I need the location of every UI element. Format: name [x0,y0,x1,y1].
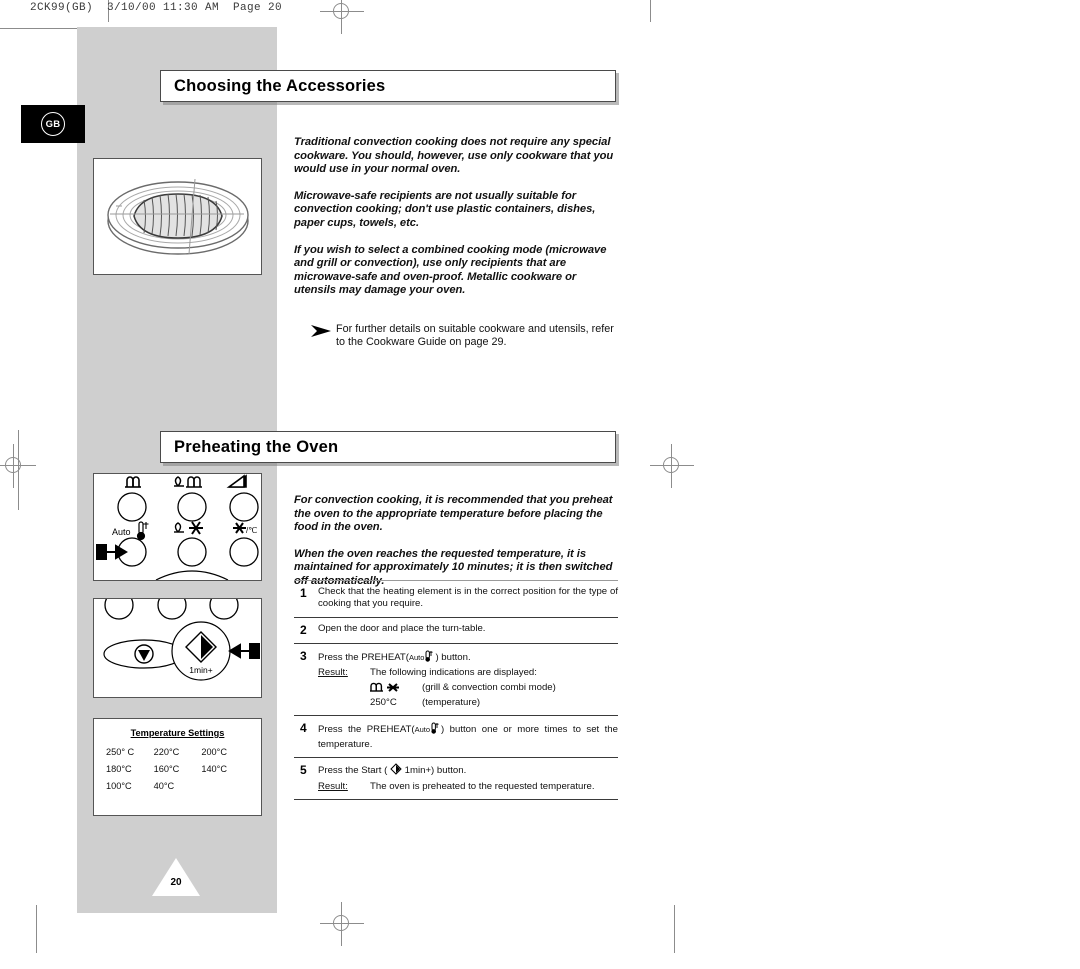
crop-mark-bottom-left-vertical [36,905,37,953]
temperature-value: 220°C [153,747,180,757]
panel-dial-arc [155,570,229,581]
convection-combi-icon [174,521,203,535]
temperature-value: 250° C [106,747,135,757]
preheating-steps-table: 1 Check that the heating element is in t… [294,580,618,801]
control-panel-upper-drawing: Auto /℃ [96,474,259,581]
step-text-after: ) button. [435,651,471,663]
step-number: 5 [300,763,307,778]
temperature-value: 140°C [201,764,227,774]
locale-tab-gb: GB [21,105,85,143]
power-level-icon [226,474,247,488]
section-heading-accessories: Choosing the Accessories [160,70,616,102]
result-label: Result: [318,667,348,679]
control-panel-lower-drawing: 1min+ [103,590,260,681]
auto-label-inline: Auto [414,725,431,735]
display-icon-grill-convection [370,682,422,695]
step-text-before: Press the PREHEAT( [318,651,409,663]
registration-mark-right [650,444,694,488]
step-row: 4 Press the PREHEAT(Auto) button one or … [294,716,618,759]
step-row: 2 Open the door and place the turn-table… [294,618,618,644]
accessories-body: Traditional convection cooking does not … [294,136,618,298]
step-text: Check that the heating element is in the… [318,586,618,610]
step-text-mid: 1min+) button. [404,765,467,777]
combi-temp-icon: /℃ [233,522,257,535]
step-row: 5 Press the Start ( 1min+) button. Resul… [294,758,618,801]
thermometer-icon [136,521,149,541]
registration-mark-top [320,0,364,34]
locale-tab-label: GB [41,112,65,136]
svg-text:/℃: /℃ [246,526,257,535]
panel-button-convection-combi [177,537,207,567]
panel-button-combi-temp [229,537,259,567]
figure-cookware-dish [93,158,262,275]
temperature-value: 200°C [201,747,227,757]
accessories-paragraph-3: If you wish to select a combined cooking… [294,243,607,297]
step-number: 4 [300,721,307,736]
temperature-settings-box: Temperature Settings 250° C 220°C 200°C … [93,718,262,816]
accessories-note: For further details on suitable cookware… [310,323,620,349]
temperature-value: 100°C [106,781,132,791]
temperature-value: 40°C [153,781,175,791]
crop-mark-right-top-vertical [650,0,651,22]
registration-mark-left [0,444,36,488]
display-desc: (temperature) [422,697,481,709]
display-desc: (grill & convection combi mode) [422,681,556,693]
panel-button-row-2 [157,590,187,620]
prepress-header-text: 2CK99(GB) 3/10/00 11:30 AM Page 20 [30,2,283,14]
step-text: Open the door and place the turn-table. [318,622,486,634]
panel-button-row-1 [104,590,134,620]
page-number-marker: 20 [152,858,200,896]
step-number: 2 [300,622,307,637]
panel-button-row-3 [209,590,239,620]
preheating-body: For convection cooking, it is recommende… [294,494,618,589]
step-number: 1 [300,586,307,600]
temperature-value: 160°C [153,764,180,774]
grill-icon [125,476,141,488]
preheating-paragraph-1: For convection cooking, it is recommende… [294,494,613,534]
result-text: The oven is preheated to the requested t… [370,780,595,792]
display-temperature-value: 250°C [370,697,397,709]
thermometer-icon [424,649,435,666]
step-text: Press the Start ( 1min+) button. [318,763,618,779]
panel-button-fan-grill [177,492,207,522]
note-arrow-icon [310,323,336,343]
auto-label-text: Auto [112,527,131,537]
figure-control-panel-lower: 1min+ [93,590,262,698]
page-number: 20 [170,877,182,888]
crop-mark-bottom-right-vertical [674,905,675,953]
section-heading-preheating-label: Preheating the Oven [174,437,339,456]
temperature-settings-grid: 250° C 220°C 200°C 180°C 160°C 140°C 100… [94,747,261,791]
accessories-note-text: For further details on suitable cookware… [336,323,614,349]
accessories-paragraph-2: Microwave-safe recipients are not usuall… [294,189,596,229]
result-label: Result: [318,780,348,792]
figure-control-panel-upper: Auto /℃ [93,473,262,581]
pointer-arrow-tail-2 [249,643,260,659]
temperature-value: 180°C [106,764,132,774]
crop-mark-top-left-horizontal [0,28,88,29]
thermometer-icon [430,721,441,738]
step-text-before: Press the PREHEAT( [318,724,415,736]
temperature-value-empty [201,781,249,791]
cookware-dish-drawing [107,178,249,255]
step-text: Press the PREHEAT(Auto) button one or mo… [318,721,618,751]
result-text: The following indications are displayed: [370,667,537,679]
accessories-paragraph-1: Traditional convection cooking does not … [294,136,614,176]
pointer-arrow-tail [96,544,107,560]
stop-icon [134,644,154,664]
panel-button-grill [117,492,147,522]
step-row: 3 Press the PREHEAT(Auto ) button. Result… [294,644,618,717]
fan-grill-icon [174,476,202,488]
section-heading-accessories-label: Choosing the Accessories [174,76,386,95]
step-text: Press the PREHEAT(Auto ) button. [318,649,618,666]
temperature-settings-title: Temperature Settings [130,728,225,738]
step-number: 3 [300,648,307,663]
start-button-label: 1min+ [189,665,212,675]
section-heading-preheating: Preheating the Oven [160,431,616,463]
registration-mark-bottom [320,902,364,946]
panel-button-power [229,492,259,522]
auto-label-inline: Auto [409,652,425,662]
start-diamond-icon [390,763,402,779]
step-row: 1 Check that the heating element is in t… [294,581,618,618]
step-text-before: Press the Start ( [318,765,390,777]
